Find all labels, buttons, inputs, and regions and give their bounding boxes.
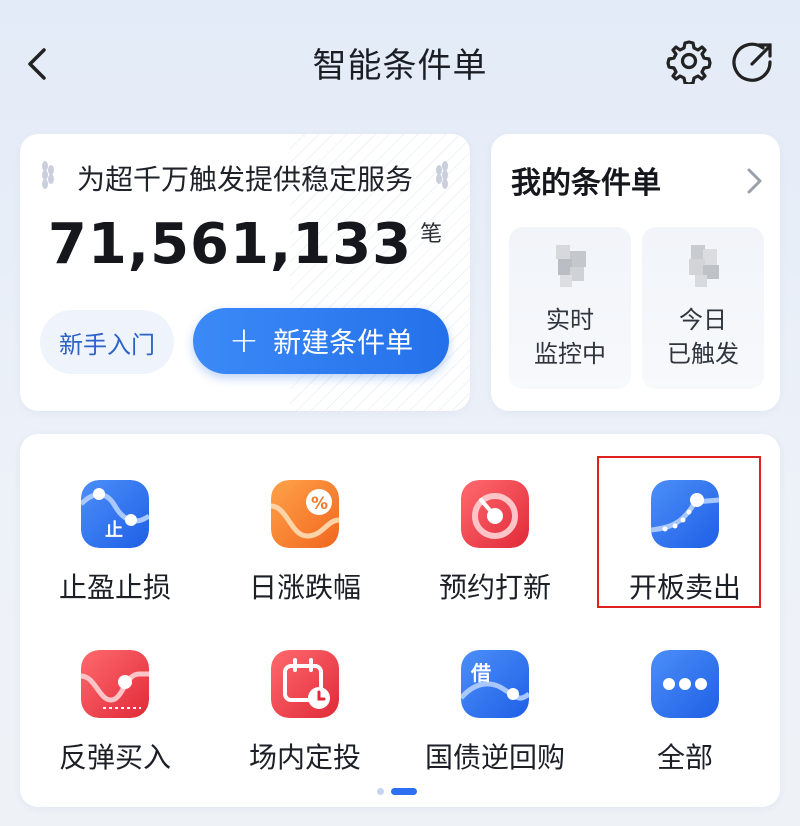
- count-unit: 笔: [420, 222, 443, 247]
- tool-label: 止盈止损: [58, 571, 171, 604]
- wheat-right-icon: [436, 161, 448, 189]
- page-dot-active[interactable]: [391, 788, 417, 795]
- stop-profit-loss-icon: 止: [81, 480, 149, 548]
- calendar-invest-icon: [271, 650, 339, 718]
- stat-label: 今日 已触发: [667, 306, 739, 368]
- tool-label: 全部: [656, 741, 713, 774]
- tagline: 为超千万触发提供稳定服务: [76, 163, 413, 196]
- share-icon[interactable]: [730, 38, 776, 84]
- create-order-button[interactable]: + 新建条件单: [193, 308, 449, 374]
- rebound-buy-icon: [81, 650, 149, 718]
- tool-bond-repo[interactable]: 借 国债逆回购: [400, 650, 590, 810]
- highlight-box: [597, 456, 761, 608]
- gear-icon[interactable]: [666, 38, 712, 84]
- count-row: 71,561,133 笔: [20, 212, 470, 277]
- tool-all[interactable]: 全部: [590, 650, 780, 810]
- daily-change-percent-icon: %: [271, 480, 339, 548]
- my-orders-title[interactable]: 我的条件单: [511, 158, 661, 202]
- bond-repo-icon: 借: [461, 650, 529, 718]
- tool-rebound-buy[interactable]: 反弹买入: [20, 650, 210, 810]
- more-icon: [651, 650, 719, 718]
- page-indicator[interactable]: [377, 787, 417, 795]
- tool-label: 日涨跌幅: [248, 571, 361, 604]
- newbie-guide-button[interactable]: 新手入门: [40, 310, 174, 374]
- plus-icon: +: [228, 320, 260, 361]
- tool-ipo-reservation[interactable]: 预约打新: [400, 480, 590, 640]
- tool-label: 场内定投: [248, 741, 361, 774]
- realtime-monitoring-tile[interactable]: 实时 监控中: [509, 227, 631, 389]
- svg-text:借: 借: [470, 661, 491, 685]
- create-order-label: 新建条件单: [273, 326, 414, 359]
- tool-label: 国债逆回购: [424, 741, 565, 774]
- stat-label: 实时 监控中: [534, 306, 606, 368]
- ipo-reservation-icon: [461, 480, 529, 548]
- tools-grid: 止 止盈止损 % 日涨跌幅 预约打新 开板卖出 反弹买入 场内定投 借 国债逆回…: [20, 434, 780, 807]
- total-count: 71,561,133: [47, 212, 413, 277]
- svg-text:止: 止: [105, 519, 123, 541]
- tool-stop-profit-loss[interactable]: 止 止盈止损: [20, 480, 210, 640]
- tool-label: 预约打新: [438, 571, 551, 604]
- svg-text:%: %: [311, 494, 328, 514]
- my-orders-card: 我的条件单 实时 监控中 今日 已触发: [491, 134, 780, 411]
- blurred-count-icon: [556, 245, 586, 287]
- triggered-today-tile[interactable]: 今日 已触发: [642, 227, 764, 389]
- tool-label: 反弹买入: [58, 741, 171, 774]
- stats-card: 为超千万触发提供稳定服务 71,561,133 笔 新手入门 + 新建条件单: [20, 134, 470, 411]
- page-dot[interactable]: [377, 788, 384, 795]
- blurred-count-icon: [689, 245, 719, 287]
- chevron-right-icon[interactable]: [740, 164, 768, 198]
- tool-daily-change[interactable]: % 日涨跌幅: [210, 480, 400, 640]
- tool-calendar-invest[interactable]: 场内定投: [210, 650, 400, 810]
